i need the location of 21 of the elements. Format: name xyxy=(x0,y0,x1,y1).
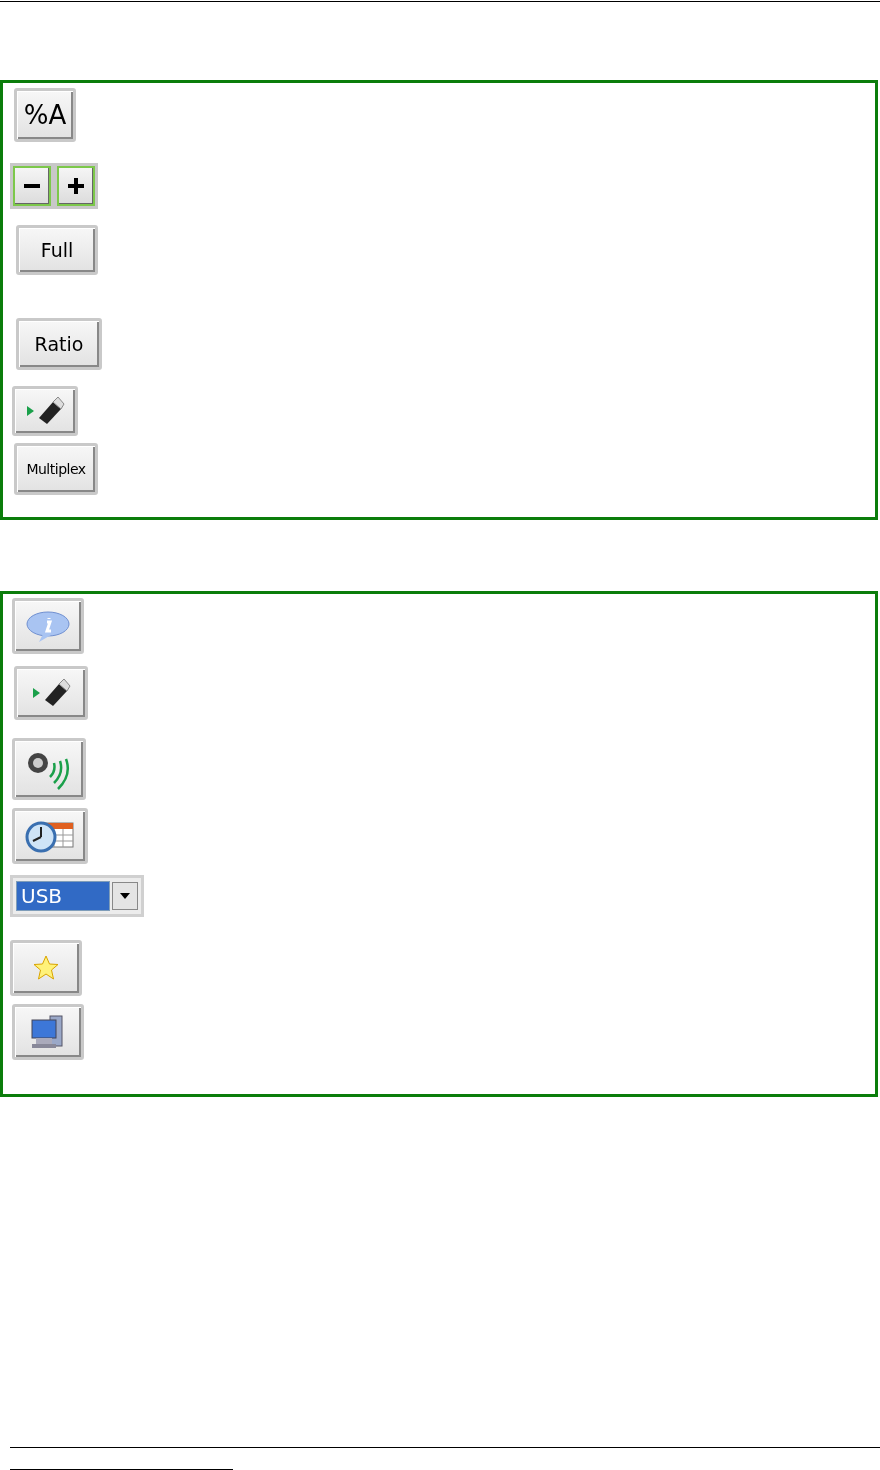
star-icon xyxy=(33,955,59,981)
caret-icon xyxy=(120,893,130,899)
schedule-button[interactable] xyxy=(12,808,88,864)
speaker-button[interactable] xyxy=(12,738,86,800)
zoom-out-button[interactable] xyxy=(13,166,51,206)
usb-stick-icon xyxy=(31,678,71,708)
usb-button[interactable] xyxy=(12,386,78,436)
computer-button[interactable] xyxy=(12,1004,84,1060)
source-dropdown[interactable]: USB xyxy=(10,875,144,917)
text-button[interactable]: %A xyxy=(14,88,76,142)
favorite-button[interactable] xyxy=(10,940,82,996)
text-button[interactable]: Multiplex xyxy=(14,443,98,495)
minus-icon xyxy=(24,184,40,188)
text-button[interactable]: Ratio xyxy=(16,318,102,370)
info-bubble-icon xyxy=(25,609,71,643)
usb-stick-icon xyxy=(25,396,65,426)
plus-icon xyxy=(68,178,84,194)
text-button[interactable]: Full xyxy=(16,225,98,275)
info-button[interactable] xyxy=(12,598,84,654)
usb-button[interactable] xyxy=(14,666,88,720)
zoom-in-button[interactable] xyxy=(57,166,95,206)
